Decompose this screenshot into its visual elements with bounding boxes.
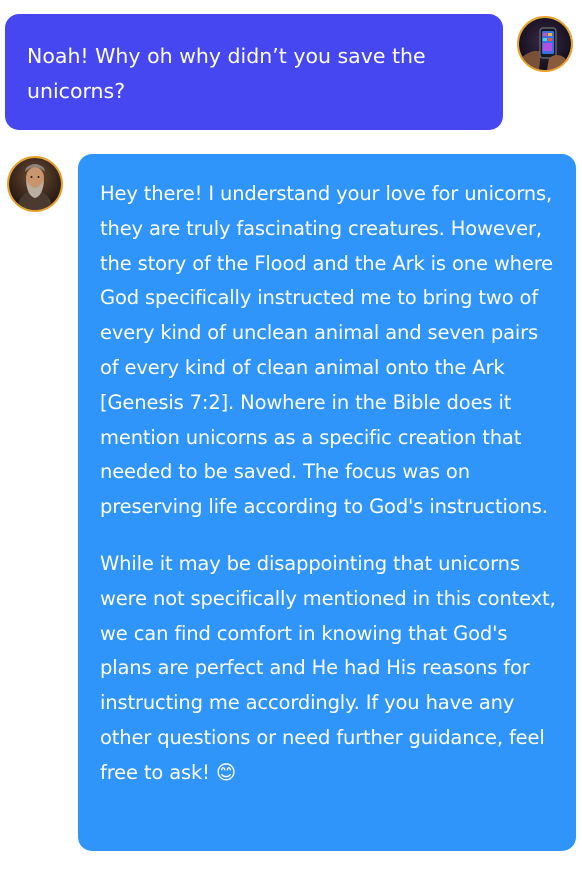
noah-avatar-icon [9,158,61,210]
assistant-avatar[interactable] [7,156,63,212]
assistant-paragraph: While it may be disappointing that unico… [100,551,556,784]
user-message-bubble: Noah! Why oh why didn’t you save the uni… [5,14,503,130]
phone-user-avatar-icon [519,18,571,70]
assistant-message-bubble: Hey there! I understand your love for un… [78,154,576,851]
user-message-text: Noah! Why oh why didn’t you save the uni… [27,44,426,103]
assistant-paragraph: Hey there! I understand your love for un… [100,182,553,519]
user-avatar[interactable] [517,16,573,72]
